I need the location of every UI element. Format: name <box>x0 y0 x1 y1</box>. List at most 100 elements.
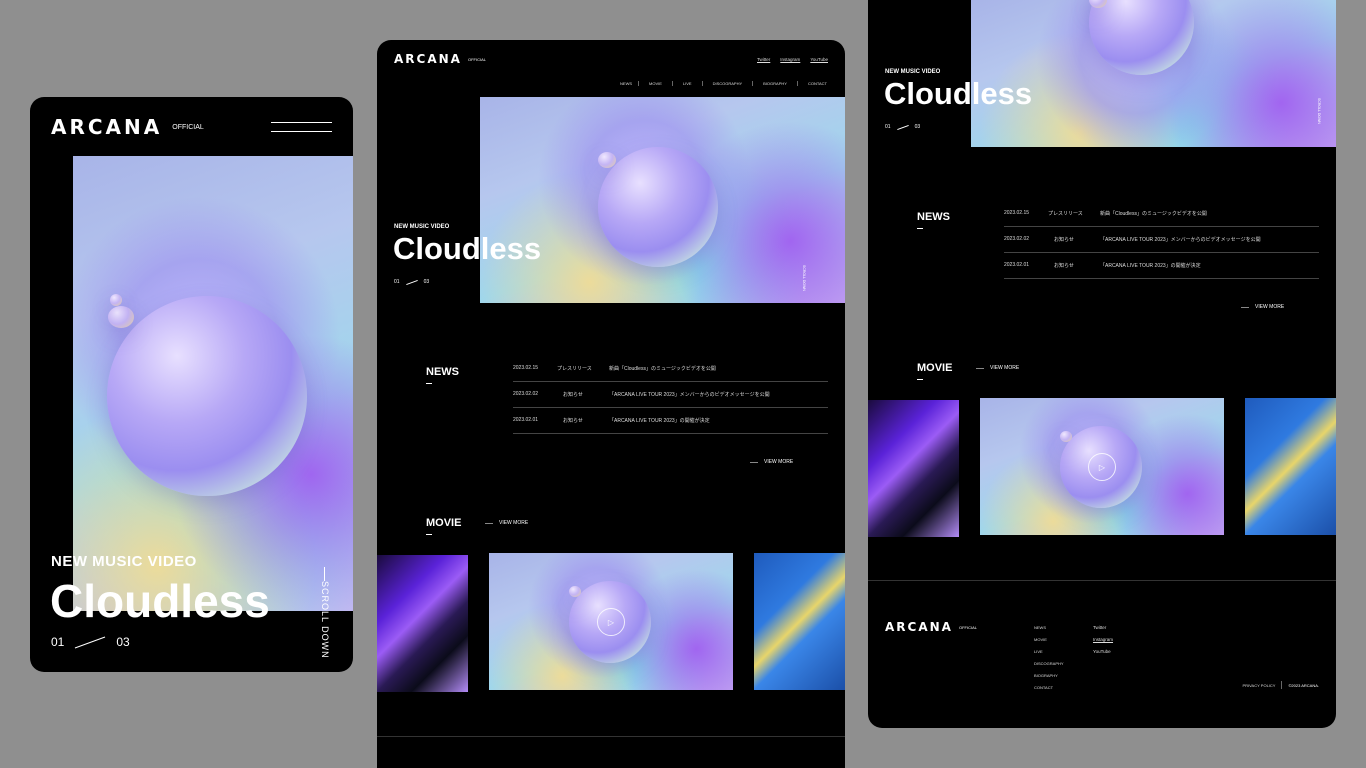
footer-divider <box>868 580 1336 581</box>
slide-current: 01 <box>885 124 891 130</box>
news-title: 「ARCANA LIVE TOUR 2023」メンバーからのビデオメッセージを公… <box>609 392 770 398</box>
news-item[interactable]: 2023.02.01 お知らせ 「ARCANA LIVE TOUR 2023」の… <box>1004 253 1319 279</box>
view-more-line <box>976 367 984 369</box>
scroll-down-indicator[interactable]: SCROLL DOWN <box>318 567 332 659</box>
news-view-more-link[interactable]: VIEW MORE <box>1241 304 1284 310</box>
news-item[interactable]: 2023.02.02 お知らせ 「ARCANA LIVE TOUR 2023」メ… <box>513 382 828 408</box>
slide-current: 01 <box>394 279 400 285</box>
hero-small-sphere <box>598 152 616 168</box>
slide-counter: 01 03 <box>394 279 429 285</box>
mobile-mockup: ARCANA OFFICIAL NEW MUSIC VIDEO Cloudles… <box>30 97 353 672</box>
view-more-line <box>750 461 758 463</box>
scroll-label: SCROLL DOWN <box>320 581 330 659</box>
social-instagram-link[interactable]: Instagram <box>780 57 800 62</box>
copyright: ©2023 ARCANA. <box>1288 682 1319 688</box>
nav-discography[interactable]: DISCOGRAPHY <box>703 81 754 86</box>
movie-heading-underline <box>426 534 432 535</box>
footer-twitter-link[interactable]: Twitter <box>1093 622 1113 634</box>
news-item[interactable]: 2023.02.15 プレスリリース 新曲「Cloudless」のミュージックビ… <box>1004 201 1319 227</box>
slide-current: 01 <box>51 635 65 649</box>
news-date: 2023.02.15 <box>1004 210 1030 216</box>
movie-heading-underline <box>917 379 923 380</box>
movie-thumbnail-next[interactable] <box>754 553 845 690</box>
slide-total: 03 <box>914 124 921 130</box>
social-youtube-link[interactable]: YouTube <box>810 57 828 62</box>
movie-heading: MOVIE <box>426 517 462 529</box>
view-more-label: VIEW MORE <box>1255 304 1285 310</box>
hero-sphere <box>107 296 307 496</box>
scroll-line <box>324 567 325 581</box>
nav-contact[interactable]: CONTACT <box>798 81 827 86</box>
news-list: 2023.02.15 プレスリリース 新曲「Cloudless」のミュージックビ… <box>513 356 828 434</box>
footer-nav-news[interactable]: NEWS <box>1034 622 1064 634</box>
hamburger-menu-icon[interactable] <box>271 121 332 133</box>
news-heading: NEWS <box>917 211 950 223</box>
news-title: 「ARCANA LIVE TOUR 2023」の開催が決定 <box>609 418 710 424</box>
movie-thumbnail-main[interactable]: ▷ <box>980 398 1224 535</box>
view-more-line <box>1241 306 1249 308</box>
movie-heading: MOVIE <box>917 362 953 374</box>
news-list: 2023.02.15 プレスリリース 新曲「Cloudless」のミュージックビ… <box>1004 201 1319 279</box>
slide-counter: 01 03 <box>885 124 920 130</box>
slide-total: 03 <box>116 635 130 649</box>
footer-nav-movie[interactable]: MOVIE <box>1034 634 1064 646</box>
footer-divider <box>377 736 845 737</box>
legal-divider <box>1281 681 1283 689</box>
movie-thumbnail-prev[interactable] <box>377 555 468 692</box>
news-item[interactable]: 2023.02.15 プレスリリース 新曲「Cloudless」のミュージックビ… <box>513 356 828 382</box>
slide-counter: 01 03 <box>51 635 130 649</box>
news-heading-underline <box>426 383 432 384</box>
news-date: 2023.02.01 <box>513 417 539 423</box>
footer-nav-live[interactable]: LIVE <box>1034 646 1064 658</box>
hero-side-label: SCROLL DOWN <box>802 265 806 291</box>
footer-instagram-link[interactable]: Instagram <box>1093 634 1113 646</box>
header-social: Twitter Instagram YouTube <box>757 57 828 62</box>
news-view-more-link[interactable]: VIEW MORE <box>750 459 793 465</box>
slide-divider <box>405 279 418 285</box>
hero-title: Cloudless <box>393 231 542 266</box>
privacy-policy-link[interactable]: PRIVACY POLICY <box>1242 683 1275 688</box>
hero-sphere <box>1089 0 1194 75</box>
brand-sub: OFFICIAL <box>467 56 486 62</box>
news-title: 「ARCANA LIVE TOUR 2023」の開催が決定 <box>1100 263 1201 269</box>
nav-live[interactable]: LIVE <box>673 81 703 86</box>
news-item[interactable]: 2023.02.02 お知らせ 「ARCANA LIVE TOUR 2023」メ… <box>1004 227 1319 253</box>
view-more-label: VIEW MORE <box>499 520 529 526</box>
news-item[interactable]: 2023.02.01 お知らせ 「ARCANA LIVE TOUR 2023」の… <box>513 408 828 434</box>
hero-image: SCROLL DOWN <box>480 97 845 303</box>
footer-youtube-link[interactable]: YouTube <box>1093 646 1113 658</box>
news-category: お知らせ <box>1054 263 1074 269</box>
news-date: 2023.02.15 <box>513 365 539 371</box>
footer-legal: PRIVACY POLICY ©2023 ARCANA. <box>1242 681 1319 689</box>
footer-nav-discography[interactable]: DISCOGRAPHY <box>1034 658 1064 670</box>
nav-movie[interactable]: MOVIE <box>639 81 673 86</box>
news-heading-underline <box>917 228 923 229</box>
nav-biography[interactable]: BIOGRAPHY <box>753 81 798 86</box>
movie-thumbnail-main[interactable]: ▷ <box>489 553 733 690</box>
movie-thumbnail-next[interactable] <box>1245 398 1336 535</box>
hero-image <box>73 156 353 611</box>
news-category: プレスリリース <box>1048 211 1083 217</box>
brand-logo[interactable]: ARCANA <box>394 52 462 66</box>
news-category: お知らせ <box>563 418 583 424</box>
play-icon[interactable]: ▷ <box>1088 453 1116 481</box>
movie-view-more-link[interactable]: VIEW MORE <box>485 520 528 526</box>
footer-brand-sub: OFFICIAL <box>958 624 977 630</box>
news-category: お知らせ <box>563 392 583 398</box>
play-icon[interactable]: ▷ <box>597 608 625 636</box>
movie-view-more-link[interactable]: VIEW MORE <box>976 365 1019 371</box>
nav-news[interactable]: NEWS <box>614 81 640 86</box>
social-twitter-link[interactable]: Twitter <box>757 57 770 62</box>
footer-brand: ARCANA OFFICIAL <box>885 620 977 634</box>
footer-nav-contact[interactable]: CONTACT <box>1034 682 1064 694</box>
brand-logo[interactable]: ARCANA <box>51 115 162 139</box>
news-category: お知らせ <box>1054 237 1074 243</box>
view-more-label: VIEW MORE <box>764 459 794 465</box>
hero-title: Cloudless <box>884 76 1033 111</box>
view-more-line <box>485 522 493 524</box>
hero-tiny-sphere <box>110 294 122 306</box>
movie-thumbnail-prev[interactable] <box>868 400 959 537</box>
footer-nav-biography[interactable]: BIOGRAPHY <box>1034 670 1064 682</box>
hero-kicker: NEW MUSIC VIDEO <box>885 69 941 75</box>
footer-brand-logo[interactable]: ARCANA <box>885 620 953 634</box>
